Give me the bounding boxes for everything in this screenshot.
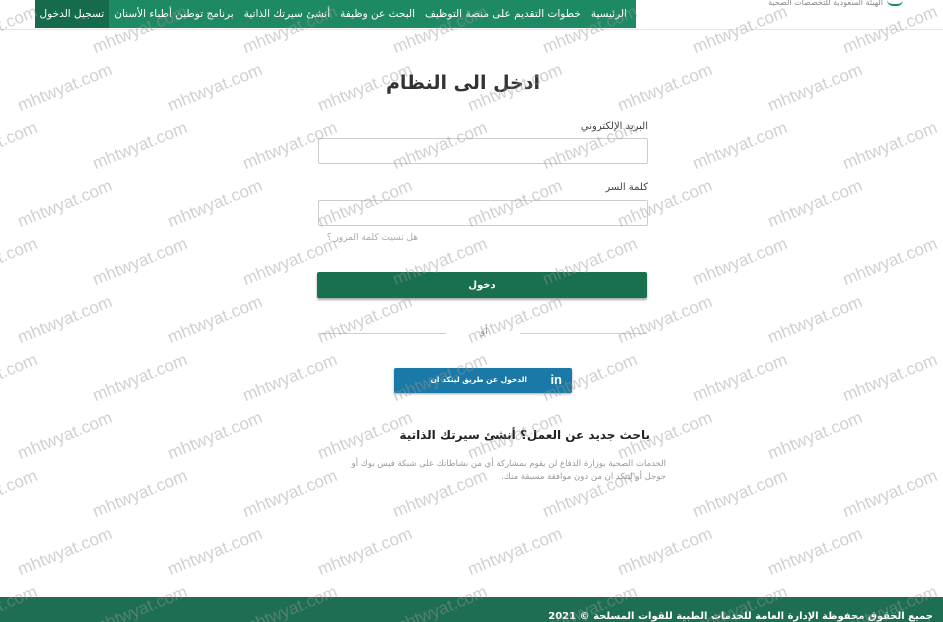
watermark-text: mhtwyat.com (14, 59, 115, 116)
watermark-text: mhtwyat.com (764, 59, 865, 116)
watermark-text: mhtwyat.com (0, 349, 40, 406)
watermark-text: mhtwyat.com (689, 465, 790, 522)
watermark-text: mhtwyat.com (839, 465, 940, 522)
nav-item-home[interactable]: الرئيسية (586, 0, 632, 28)
brand-text: الهيئة السعودية للتخصصات الصحية (768, 0, 883, 7)
watermark-text: mhtwyat.com (14, 291, 115, 348)
watermark-text: mhtwyat.com (89, 233, 190, 290)
watermark-text: mhtwyat.com (314, 523, 415, 580)
nav-item-login[interactable]: تسجيل الدخول (34, 0, 110, 28)
linkedin-icon: in (550, 372, 562, 387)
watermark-text: mhtwyat.com (464, 291, 565, 348)
watermark-text: mhtwyat.com (164, 175, 265, 232)
watermark-text: mhtwyat.com (839, 117, 940, 174)
watermark-text: mhtwyat.com (689, 349, 790, 406)
watermark-text: mhtwyat.com (164, 59, 265, 116)
watermark-text: mhtwyat.com (314, 291, 415, 348)
email-field[interactable] (318, 138, 648, 164)
watermark-text: mhtwyat.com (164, 291, 265, 348)
watermark-text: mhtwyat.com (689, 117, 790, 174)
login-button[interactable]: دخول (317, 272, 647, 298)
watermark-text: mhtwyat.com (14, 523, 115, 580)
footer: جميع الحقوق محفوظة الإدارة العامة للخدما… (0, 597, 943, 622)
or-separator: أو (480, 326, 488, 337)
linkedin-button-label: الدخول عن طريق لينكد ان (430, 375, 527, 384)
nav-item-application-steps[interactable]: خطوات التقديم على منصة التوظيف (420, 0, 586, 28)
password-label: كلمة السر (605, 182, 648, 193)
linkedin-login-button[interactable]: in الدخول عن طريق لينكد ان (394, 368, 572, 393)
watermark-text: mhtwyat.com (0, 233, 40, 290)
main-nav: الرئيسية خطوات التقديم على منصة التوظيف … (34, 0, 636, 28)
watermark-text: mhtwyat.com (614, 291, 715, 348)
footer-copyright: جميع الحقوق محفوظة الإدارة العامة للخدما… (548, 611, 933, 622)
page-title: ادخل الى النظام (386, 72, 540, 94)
promo-text: الخدمات الصحية بوزارة الدفاع لن يقوم بمش… (351, 459, 666, 482)
email-label: البريد الإلكتروني (580, 121, 648, 132)
forgot-password-link[interactable]: هل نسيت كلمة المرور ؟ (318, 233, 418, 243)
watermark-text: mhtwyat.com (89, 349, 190, 406)
nav-item-dentist-program[interactable]: برنامج توطين أطباء الأسنان (109, 0, 238, 28)
nav-item-job-search[interactable]: البحث عن وظيفة (335, 0, 420, 28)
watermark-text: mhtwyat.com (14, 175, 115, 232)
divider-left (318, 333, 446, 334)
brand-logo[interactable] (887, 0, 903, 6)
watermark-text: mhtwyat.com (14, 407, 115, 464)
watermark-text: mhtwyat.com (0, 465, 40, 522)
watermark-text: mhtwyat.com (89, 465, 190, 522)
promo-title: باحث جديد عن العمل؟ أنشئ سيرتك الذاتية (399, 428, 650, 442)
watermark-text: mhtwyat.com (239, 349, 340, 406)
watermark-text: mhtwyat.com (89, 117, 190, 174)
divider-right (520, 333, 647, 334)
nav-item-create-cv[interactable]: أنشئ سيرتك الذاتية (239, 0, 335, 28)
watermark-text: mhtwyat.com (0, 117, 40, 174)
watermark-text: mhtwyat.com (839, 349, 940, 406)
watermark-text: mhtwyat.com (614, 59, 715, 116)
top-header: الرئيسية خطوات التقديم على منصة التوظيف … (0, 0, 943, 30)
watermark-text: mhtwyat.com (689, 233, 790, 290)
watermark-text: mhtwyat.com (164, 407, 265, 464)
watermark-text: mhtwyat.com (764, 175, 865, 232)
watermark-text: mhtwyat.com (839, 233, 940, 290)
watermark-text: mhtwyat.com (764, 407, 865, 464)
watermark-text: mhtwyat.com (764, 523, 865, 580)
watermark-text: mhtwyat.com (239, 465, 340, 522)
watermark-text: mhtwyat.com (164, 523, 265, 580)
password-field[interactable] (318, 200, 648, 226)
watermark-text: mhtwyat.com (764, 291, 865, 348)
watermark-text: mhtwyat.com (614, 523, 715, 580)
watermark-text: mhtwyat.com (464, 523, 565, 580)
